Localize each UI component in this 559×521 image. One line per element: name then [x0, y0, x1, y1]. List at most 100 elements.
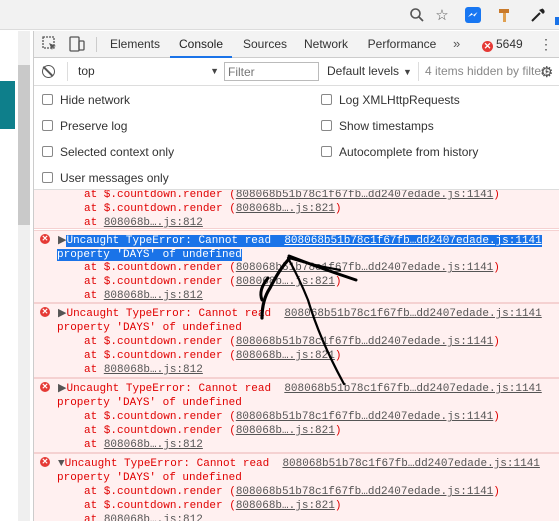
stack-frame: at 808068b….js:812: [84, 290, 203, 302]
devtools-panel: Elements Console Sources Network Perform…: [33, 31, 559, 521]
hammer-extension-icon[interactable]: [494, 4, 516, 26]
source-link[interactable]: 808068b….js:812: [104, 439, 203, 451]
stack-frame: at 808068b….js:812: [84, 439, 203, 451]
console-error-message[interactable]: ✕ ▶Uncaught TypeError: Cannot read 80806…: [34, 230, 559, 303]
console-error-message[interactable]: ✕ ▶Uncaught TypeError: Cannot read 80806…: [34, 378, 559, 453]
error-headline: ▼Uncaught TypeError: Cannot read 808068b…: [58, 458, 540, 470]
levels-dropdown-icon: ▼: [403, 67, 412, 77]
console-error-message[interactable]: ✕ ▼Uncaught TypeError: Cannot read 80806…: [34, 453, 559, 521]
stack-frame: at $.countdown.render (808068b51b78c1f67…: [84, 486, 500, 498]
source-link[interactable]: 808068b51b78c1f67fb…dd2407edade.js:1141: [284, 235, 541, 247]
source-link[interactable]: 808068b51b78c1f67fb…dd2407edade.js:1141: [236, 262, 493, 274]
page-header-fragment: [0, 81, 15, 129]
console-settings-pane: Hide network Preserve log Selected conte…: [34, 86, 559, 190]
device-toolbar-icon[interactable]: [69, 36, 85, 52]
hide-network-option[interactable]: Hide network: [42, 87, 130, 113]
log-xhr-option[interactable]: Log XMLHttpRequests: [321, 87, 460, 113]
context-value: top: [78, 64, 95, 78]
source-link[interactable]: 808068b51b78c1f67fb…dd2407edade.js:1141: [236, 190, 493, 201]
eyedropper-extension-icon[interactable]: [527, 4, 549, 26]
tab-elements[interactable]: Elements: [104, 31, 166, 58]
stack-frame: at $.countdown.render (808068b….js:821): [84, 203, 342, 215]
browser-toolbar: ☆: [0, 0, 559, 30]
preserve-log-checkbox[interactable]: [42, 120, 53, 131]
source-link[interactable]: 808068b….js:812: [104, 290, 203, 302]
source-link[interactable]: 808068b….js:812: [104, 514, 203, 521]
collapse-triangle-icon[interactable]: ▼: [58, 458, 65, 470]
user-messages-label: User messages only: [60, 171, 169, 185]
error-headline: ▶Uncaught TypeError: Cannot read 808068b…: [58, 383, 542, 395]
devtools-tab-bar: Elements Console Sources Network Perform…: [34, 31, 559, 58]
stack-frame: at $.countdown.render (808068b….js:821): [84, 276, 342, 288]
source-link[interactable]: 808068b….js:821: [236, 203, 335, 215]
page-scrollbar-thumb[interactable]: [18, 65, 30, 225]
log-xhr-label: Log XMLHttpRequests: [339, 93, 460, 107]
tab-performance[interactable]: Performance: [363, 31, 441, 58]
stack-frame: at $.countdown.render (808068b….js:821): [84, 500, 342, 512]
stack-frame: at $.countdown.render (808068b….js:821): [84, 350, 342, 362]
tab-network[interactable]: Network: [298, 31, 354, 58]
error-headline-cont: property 'DAYS' of undefined: [57, 322, 242, 334]
hide-network-checkbox[interactable]: [42, 94, 53, 105]
stack-frame: at 808068b….js:812: [84, 217, 203, 229]
stack-frame: at 808068b….js:812: [84, 364, 203, 376]
more-tabs-button[interactable]: »: [453, 31, 460, 58]
error-count-badge[interactable]: ✕ 5649: [482, 31, 523, 58]
stack-frame: at $.countdown.render (808068b51b78c1f67…: [84, 262, 500, 274]
error-icon: ✕: [482, 41, 493, 52]
selected-context-option[interactable]: Selected context only: [42, 139, 174, 165]
log-levels-dropdown[interactable]: Default levels ▼: [327, 62, 412, 81]
console-error-message[interactable]: at $.countdown.render (808068b51b78c1f67…: [34, 190, 559, 229]
stack-frame: at 808068b….js:812: [84, 513, 203, 521]
source-link[interactable]: 808068b51b78c1f67fb…dd2407edade.js:1141: [282, 458, 539, 470]
console-settings-gear-icon[interactable]: ⚙: [540, 63, 553, 81]
console-error-message[interactable]: ✕ ▶Uncaught TypeError: Cannot read 80806…: [34, 303, 559, 378]
source-link[interactable]: 808068b51b78c1f67fb…dd2407edade.js:1141: [284, 383, 541, 395]
clear-console-icon[interactable]: [42, 65, 55, 78]
selected-context-checkbox[interactable]: [42, 146, 53, 157]
source-link[interactable]: 808068b….js:821: [236, 350, 335, 362]
console-output: at $.countdown.render (808068b51b78c1f67…: [34, 190, 559, 521]
stack-frame: at $.countdown.render (808068b51b78c1f67…: [84, 336, 500, 348]
source-link[interactable]: 808068b51b78c1f67fb…dd2407edade.js:1141: [284, 308, 541, 320]
autocomplete-checkbox[interactable]: [321, 146, 332, 157]
show-timestamps-checkbox[interactable]: [321, 120, 332, 131]
user-messages-option[interactable]: User messages only: [42, 165, 169, 191]
error-count: 5649: [496, 37, 523, 51]
error-icon: ✕: [40, 457, 50, 467]
preserve-log-label: Preserve log: [60, 119, 128, 133]
devtools-menu-icon[interactable]: ⋮: [539, 31, 553, 58]
source-link[interactable]: 808068b….js:821: [236, 500, 335, 512]
zoom-icon[interactable]: [406, 4, 428, 26]
source-link[interactable]: 808068b51b78c1f67fb…dd2407edade.js:1141: [236, 486, 493, 498]
error-icon: ✕: [40, 307, 50, 317]
star-icon[interactable]: ☆: [431, 4, 453, 26]
source-link[interactable]: 808068b….js:812: [104, 217, 203, 229]
messenger-extension-icon[interactable]: [462, 4, 484, 26]
error-icon: ✕: [40, 234, 50, 244]
autocomplete-option[interactable]: Autocomplete from history: [321, 139, 478, 165]
source-link[interactable]: 808068b….js:821: [236, 276, 335, 288]
autocomplete-label: Autocomplete from history: [339, 145, 479, 159]
inspect-element-icon[interactable]: [42, 36, 58, 52]
log-xhr-checkbox[interactable]: [321, 94, 332, 105]
context-selector[interactable]: top ▼: [67, 62, 219, 81]
user-messages-checkbox[interactable]: [42, 172, 53, 183]
preserve-log-option[interactable]: Preserve log: [42, 113, 127, 139]
source-link[interactable]: 808068b51b78c1f67fb…dd2407edade.js:1141: [236, 411, 493, 423]
toolbar-divider: [96, 37, 97, 52]
source-link[interactable]: 808068b51b78c1f67fb…dd2407edade.js:1141: [236, 336, 493, 348]
source-link[interactable]: 808068b….js:821: [236, 425, 335, 437]
tab-sources[interactable]: Sources: [236, 31, 294, 58]
selected-context-label: Selected context only: [60, 145, 175, 159]
console-filter-input[interactable]: [224, 62, 319, 81]
tab-console[interactable]: Console: [170, 31, 232, 58]
error-headline-cont: property 'DAYS' of undefined: [57, 472, 242, 484]
page-viewport: [0, 31, 33, 521]
hide-network-label: Hide network: [60, 93, 131, 107]
source-link[interactable]: 808068b….js:812: [104, 364, 203, 376]
stack-frame: at $.countdown.render (808068b51b78c1f67…: [84, 411, 500, 423]
console-filter-bar: top ▼ Default levels▼ 4 items hidden by …: [34, 58, 559, 86]
show-timestamps-option[interactable]: Show timestamps: [321, 113, 434, 139]
error-headline-cont: property 'DAYS' of undefined: [57, 249, 242, 261]
